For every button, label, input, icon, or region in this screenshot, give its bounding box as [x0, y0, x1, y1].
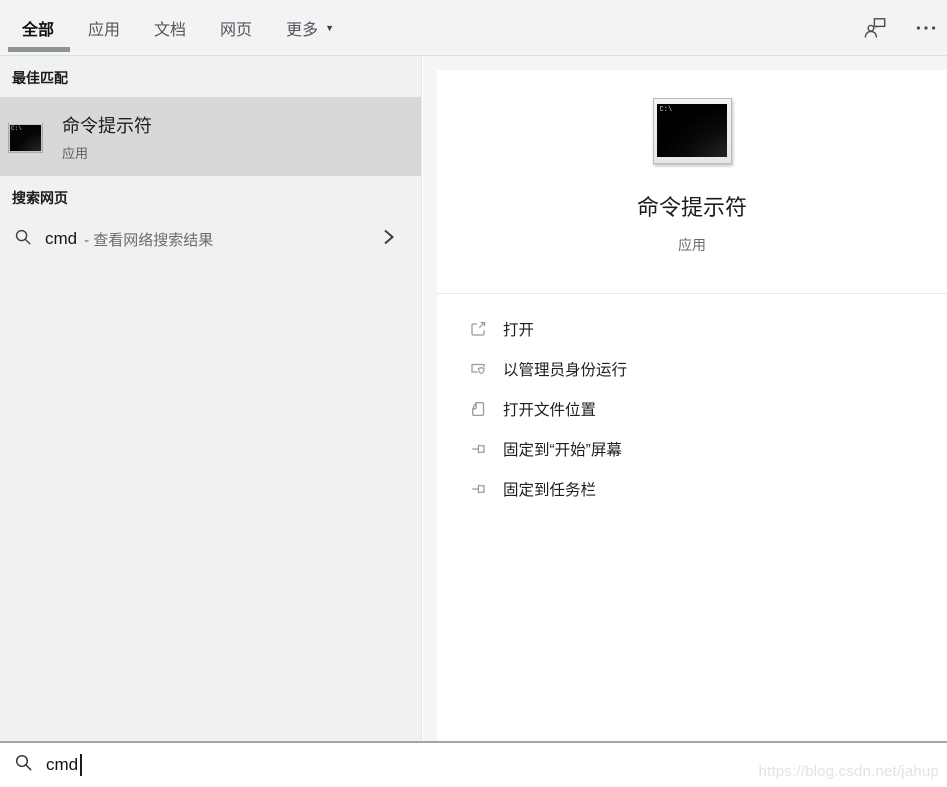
best-match-result[interactable]: C:\ 命令提示符 应用 — [0, 97, 421, 176]
result-subtitle: 应用 — [62, 143, 152, 162]
action-label: 打开文件位置 — [503, 398, 596, 420]
cmd-icon-text: C:\ — [660, 106, 673, 114]
preview-app-type: 应用 — [437, 235, 947, 255]
search-icon — [14, 753, 33, 777]
feedback-icon[interactable] — [863, 15, 889, 41]
search-input[interactable]: cmd https://blog.csdn.net/jahup — [0, 741, 947, 787]
action-label: 固定到“开始”屏幕 — [503, 438, 622, 460]
web-search-suffix: - 查看网络搜索结果 — [84, 229, 213, 250]
web-search-result[interactable]: cmd - 查看网络搜索结果 — [0, 215, 421, 263]
action-open[interactable]: 打开 — [437, 309, 947, 349]
action-label: 打开 — [503, 318, 534, 340]
pin-icon — [468, 479, 488, 499]
action-run-as-admin[interactable]: 以管理员身份运行 — [437, 349, 947, 389]
context-actions: 打开 以管理员身份运行 — [437, 309, 947, 509]
tab-documents[interactable]: 文档 — [154, 16, 186, 40]
search-icon — [14, 228, 32, 251]
pin-icon — [468, 439, 488, 459]
open-icon — [468, 319, 488, 339]
chevron-right-icon[interactable] — [383, 228, 395, 251]
divider — [437, 293, 947, 294]
action-label: 以管理员身份运行 — [503, 358, 627, 380]
action-open-file-location[interactable]: 打开文件位置 — [437, 389, 947, 429]
tab-all[interactable]: 全部 — [22, 16, 54, 40]
file-location-icon — [468, 399, 488, 419]
watermark: https://blog.csdn.net/jahup — [758, 763, 939, 780]
chevron-down-icon: ▼ — [325, 23, 334, 33]
search-web-header: 搜索网页 — [12, 188, 421, 205]
tab-apps[interactable]: 应用 — [88, 16, 120, 40]
tab-more[interactable]: 更多 ▼ — [286, 16, 334, 40]
preview-panel: C:\ 命令提示符 应用 打开 — [423, 56, 947, 741]
cmd-icon-text: C:\ — [11, 125, 22, 132]
command-prompt-icon: C:\ — [8, 121, 43, 153]
tab-web[interactable]: 网页 — [220, 16, 252, 40]
search-results-panel: 最佳匹配 C:\ 命令提示符 应用 搜索网页 cmd - 查看网络搜索结果 — [0, 56, 422, 741]
run-as-admin-icon — [468, 359, 488, 379]
best-match-header: 最佳匹配 — [12, 68, 421, 85]
result-title: 命令提示符 — [62, 112, 152, 138]
action-label: 固定到任务栏 — [503, 478, 596, 500]
active-tab-underline — [8, 47, 70, 52]
preview-app-title: 命令提示符 — [437, 190, 947, 222]
web-search-query: cmd — [45, 229, 77, 249]
preview-card: C:\ 命令提示符 应用 打开 — [437, 70, 947, 741]
command-prompt-icon-large: C:\ — [653, 98, 732, 164]
search-input-value: cmd — [46, 755, 78, 775]
action-pin-to-taskbar[interactable]: 固定到任务栏 — [437, 469, 947, 509]
more-options-icon[interactable] — [913, 15, 939, 41]
text-caret — [80, 754, 82, 776]
windows-search-flyout: 全部 应用 文档 网页 更多 ▼ — [0, 0, 947, 787]
tab-more-label: 更多 — [286, 16, 318, 40]
action-pin-to-start[interactable]: 固定到“开始”屏幕 — [437, 429, 947, 469]
search-filter-bar: 全部 应用 文档 网页 更多 ▼ — [0, 0, 947, 56]
